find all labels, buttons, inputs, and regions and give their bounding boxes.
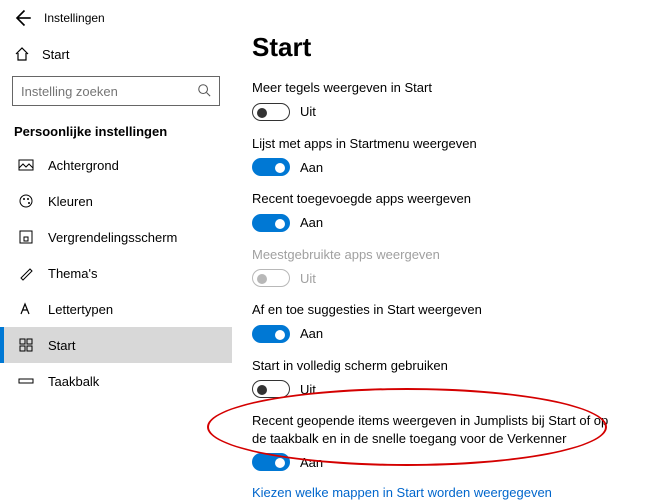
sidebar-item-label: Lettertypen — [48, 302, 113, 317]
picture-icon — [18, 157, 34, 173]
setting-row: Start in volledig scherm gebruiken Uit — [252, 357, 635, 399]
toggle-state-text: Aan — [300, 160, 323, 175]
toggle-state-text: Uit — [300, 382, 316, 397]
choose-folders-link[interactable]: Kiezen welke mappen in Start worden weer… — [252, 485, 635, 500]
setting-row: Meestgebruikte apps weergeven Uit — [252, 246, 635, 288]
setting-label: Recent toegevoegde apps weergeven — [252, 190, 612, 208]
sidebar-item-start[interactable]: Start — [0, 327, 232, 363]
sidebar-item-background[interactable]: Achtergrond — [0, 147, 232, 183]
toggle-state-text: Aan — [300, 326, 323, 341]
sidebar-item-label: Thema's — [48, 266, 97, 281]
toggle-state-text: Uit — [300, 104, 316, 119]
sidebar-item-lockscreen[interactable]: Vergrendelingsscherm — [0, 219, 232, 255]
start-icon — [18, 337, 34, 353]
search-input-container[interactable] — [12, 76, 220, 106]
sidebar-item-label: Taakbalk — [48, 374, 99, 389]
setting-row: Meer tegels weergeven in Start Uit — [252, 79, 635, 121]
setting-label: Meestgebruikte apps weergeven — [252, 246, 612, 264]
taskbar-icon — [18, 373, 34, 389]
toggle-state-text: Aan — [300, 455, 323, 470]
search-input[interactable] — [21, 84, 181, 99]
home-icon — [14, 46, 30, 62]
toggle-switch[interactable] — [252, 103, 290, 121]
palette-icon — [18, 193, 34, 209]
setting-row: Recent toegevoegde apps weergeven Aan — [252, 190, 635, 232]
toggle-switch[interactable] — [252, 214, 290, 232]
sidebar-item-label: Achtergrond — [48, 158, 119, 173]
toggle-switch[interactable] — [252, 325, 290, 343]
toggle-state-text: Aan — [300, 215, 323, 230]
home-label: Start — [42, 47, 69, 62]
toggle-state-text: Uit — [300, 271, 316, 286]
setting-row: Recent geopende items weergeven in Jumpl… — [252, 412, 635, 471]
lockscreen-icon — [18, 229, 34, 245]
toggle-switch[interactable] — [252, 453, 290, 471]
search-icon — [197, 83, 211, 100]
sidebar-item-fonts[interactable]: Lettertypen — [0, 291, 232, 327]
setting-row: Lijst met apps in Startmenu weergeven Aan — [252, 135, 635, 177]
setting-label: Af en toe suggesties in Start weergeven — [252, 301, 612, 319]
home-button[interactable]: Start — [0, 40, 232, 68]
setting-label: Lijst met apps in Startmenu weergeven — [252, 135, 612, 153]
back-button[interactable] — [12, 8, 32, 28]
toggle-switch[interactable] — [252, 380, 290, 398]
font-icon — [18, 301, 34, 317]
page-title: Start — [252, 32, 635, 63]
brush-icon — [18, 265, 34, 281]
back-arrow-icon — [12, 8, 32, 28]
sidebar-item-label: Kleuren — [48, 194, 93, 209]
sidebar-item-colors[interactable]: Kleuren — [0, 183, 232, 219]
setting-label: Meer tegels weergeven in Start — [252, 79, 612, 97]
setting-label: Start in volledig scherm gebruiken — [252, 357, 612, 375]
toggle-switch — [252, 269, 290, 287]
setting-label: Recent geopende items weergeven in Jumpl… — [252, 412, 612, 447]
category-header: Persoonlijke instellingen — [0, 120, 232, 147]
sidebar-item-label: Vergrendelingsscherm — [48, 230, 177, 245]
app-title: Instellingen — [44, 11, 105, 25]
sidebar-item-label: Start — [48, 338, 75, 353]
sidebar-item-taskbar[interactable]: Taakbalk — [0, 363, 232, 399]
setting-row: Af en toe suggesties in Start weergeven A… — [252, 301, 635, 343]
sidebar-item-themes[interactable]: Thema's — [0, 255, 232, 291]
toggle-switch[interactable] — [252, 158, 290, 176]
